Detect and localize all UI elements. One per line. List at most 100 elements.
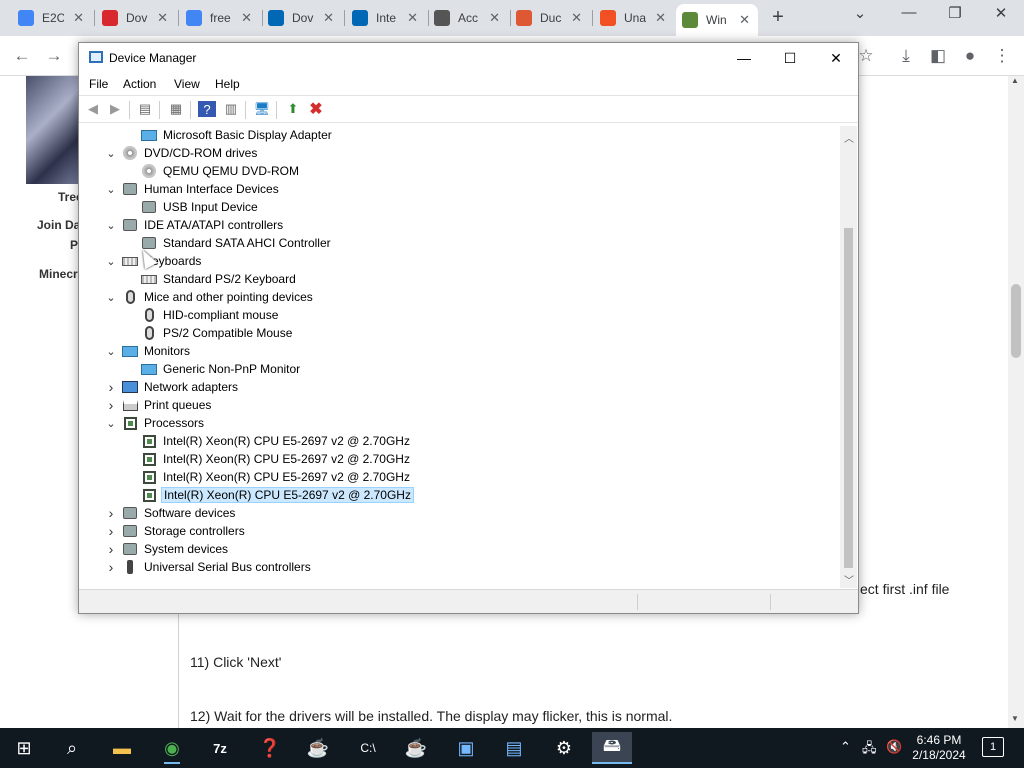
download-icon[interactable]: ⤓ bbox=[894, 44, 918, 68]
uninstall-device-icon[interactable]: ✖ bbox=[307, 101, 325, 118]
scroll-up-icon[interactable]: ▲ bbox=[1011, 76, 1019, 85]
browser-tab[interactable]: Dov ✕ bbox=[262, 4, 342, 32]
browser-tab[interactable]: E2C ✕ bbox=[12, 4, 92, 32]
collapse-chevron-icon[interactable]: ⌄ bbox=[105, 183, 117, 196]
java-icon[interactable]: ☕ bbox=[396, 732, 436, 764]
forward-arrow-icon[interactable]: ▶ bbox=[106, 101, 124, 117]
menu-view[interactable]: View bbox=[174, 77, 200, 91]
tree-device[interactable]: Intel(R) Xeon(R) CPU E5-2697 v2 @ 2.70GH… bbox=[80, 450, 840, 468]
close-tab-icon[interactable]: ✕ bbox=[571, 10, 582, 26]
collapse-chevron-icon[interactable]: ⌄ bbox=[105, 255, 117, 268]
menu-action[interactable]: Action bbox=[123, 77, 156, 91]
tree-scroll-thumb[interactable] bbox=[844, 228, 853, 568]
close-tab-icon[interactable]: ✕ bbox=[73, 10, 84, 26]
notification-center-icon[interactable]: 1 bbox=[982, 737, 1004, 757]
close-browser-icon[interactable]: ✕ bbox=[989, 4, 1013, 22]
tree-category[interactable]: › Software devices bbox=[80, 504, 840, 522]
tree-category[interactable]: ⌄ Human Interface Devices bbox=[80, 180, 840, 198]
expand-chevron-icon[interactable]: › bbox=[105, 523, 117, 539]
volume-muted-icon[interactable]: 🔇 bbox=[886, 739, 902, 755]
tree-category[interactable]: › System devices bbox=[80, 540, 840, 558]
expand-chevron-icon[interactable]: › bbox=[105, 397, 117, 413]
collapse-chevron-icon[interactable]: ⌄ bbox=[105, 219, 117, 232]
close-tab-icon[interactable]: ✕ bbox=[323, 10, 334, 26]
minimize-browser-icon[interactable]: — bbox=[897, 4, 921, 21]
cmd-icon[interactable]: C:\ bbox=[348, 732, 388, 764]
collapse-chevron-icon[interactable]: ⌄ bbox=[105, 147, 117, 160]
expand-chevron-icon[interactable]: › bbox=[105, 379, 117, 395]
tab-search-icon[interactable]: ⌄ bbox=[848, 4, 872, 22]
browser-tab[interactable]: Win ✕ bbox=[676, 4, 758, 36]
tree-category[interactable]: ⌄ Keyboards bbox=[80, 252, 840, 270]
tray-chevron-icon[interactable]: ⌃ bbox=[840, 739, 851, 755]
collapse-chevron-icon[interactable]: ⌄ bbox=[105, 417, 117, 430]
tree-device[interactable]: Standard SATA AHCI Controller bbox=[80, 234, 840, 252]
tree-category[interactable]: › Print queues bbox=[80, 396, 840, 414]
device-manager-task-icon[interactable]: 🖴 bbox=[592, 732, 632, 764]
close-tab-icon[interactable]: ✕ bbox=[739, 12, 750, 28]
tree-category[interactable]: › Storage controllers bbox=[80, 522, 840, 540]
show-hide-console-tree-icon[interactable]: ▤ bbox=[136, 101, 154, 117]
tree-device[interactable]: Standard PS/2 Keyboard bbox=[80, 270, 840, 288]
network-tray-icon[interactable]: 🖧 bbox=[862, 739, 877, 761]
forward-icon[interactable]: → bbox=[42, 44, 66, 68]
close-tab-icon[interactable]: ✕ bbox=[157, 10, 168, 26]
tree-category[interactable]: › Network adapters bbox=[80, 378, 840, 396]
tree-device[interactable]: QEMU QEMU DVD-ROM bbox=[80, 162, 840, 180]
tree-scroll-up-icon[interactable]: ︿ bbox=[844, 130, 854, 145]
action-pane-icon[interactable]: ▥ bbox=[222, 101, 240, 117]
maximize-icon[interactable]: ☐ bbox=[767, 43, 813, 73]
browser-tab[interactable]: free ✕ bbox=[180, 4, 260, 32]
page-scroll-thumb[interactable] bbox=[1011, 284, 1021, 358]
close-tab-icon[interactable]: ✕ bbox=[489, 10, 500, 26]
tree-category[interactable]: ⌄ Mice and other pointing devices bbox=[80, 288, 840, 306]
expand-chevron-icon[interactable]: › bbox=[105, 505, 117, 521]
collapse-chevron-icon[interactable]: ⌄ bbox=[105, 291, 117, 304]
tree-scrollbar[interactable]: ︿ ﹀ bbox=[840, 126, 857, 588]
close-tab-icon[interactable]: ✕ bbox=[241, 10, 252, 26]
back-arrow-icon[interactable]: ◀ bbox=[84, 101, 102, 117]
properties-icon[interactable]: ▦ bbox=[167, 101, 185, 117]
tree-device[interactable]: Intel(R) Xeon(R) CPU E5-2697 v2 @ 2.70GH… bbox=[80, 432, 840, 450]
expand-chevron-icon[interactable]: › bbox=[105, 559, 117, 575]
tree-device[interactable]: Generic Non-PnP Monitor bbox=[80, 360, 840, 378]
new-tab-button[interactable]: + bbox=[768, 6, 788, 29]
clock[interactable]: 6:46 PM 2/18/2024 bbox=[908, 733, 970, 763]
tree-category[interactable]: ⌄ DVD/CD-ROM drives bbox=[80, 144, 840, 162]
help-chat-icon[interactable]: ❓ bbox=[250, 732, 290, 764]
tree-category[interactable]: ⌄ Monitors bbox=[80, 342, 840, 360]
side-panel-icon[interactable]: ◧ bbox=[926, 44, 950, 68]
tree-device[interactable]: Intel(R) Xeon(R) CPU E5-2697 v2 @ 2.70GH… bbox=[80, 468, 840, 486]
tree-device[interactable]: HID-compliant mouse bbox=[80, 306, 840, 324]
file-explorer-icon[interactable]: ▬ bbox=[102, 732, 142, 764]
update-driver-icon[interactable]: ⬆ bbox=[284, 101, 302, 117]
settings-gear-icon[interactable]: ⚙ bbox=[544, 732, 584, 764]
expand-chevron-icon[interactable]: › bbox=[105, 541, 117, 557]
browser-tab[interactable]: Inte ✕ bbox=[346, 4, 426, 32]
remote-desktop-icon[interactable]: ▤ bbox=[494, 732, 534, 764]
close-tab-icon[interactable]: ✕ bbox=[655, 10, 666, 26]
help-icon[interactable]: ? bbox=[198, 101, 216, 117]
browser-tab[interactable]: Dov ✕ bbox=[96, 4, 176, 32]
profile-avatar-icon[interactable]: ● bbox=[958, 44, 982, 68]
chrome-icon[interactable]: ◉ bbox=[152, 732, 192, 764]
tree-category[interactable]: ⌄ Processors bbox=[80, 414, 840, 432]
title-bar[interactable]: Device Manager — ☐ ✕ bbox=[79, 43, 858, 73]
browser-menu-icon[interactable]: ⋮ bbox=[990, 44, 1014, 68]
java-icon[interactable]: ☕ bbox=[298, 732, 338, 764]
tree-device[interactable]: USB Input Device bbox=[80, 198, 840, 216]
tree-device[interactable]: Microsoft Basic Display Adapter bbox=[80, 126, 840, 144]
scan-hardware-icon[interactable]: 🖥 bbox=[253, 101, 271, 117]
search-icon[interactable]: ⌕ bbox=[52, 732, 92, 764]
browser-tab[interactable]: Duc ✕ bbox=[510, 4, 590, 32]
browser-tab[interactable]: Acc ✕ bbox=[428, 4, 508, 32]
menu-file[interactable]: File bbox=[89, 77, 108, 91]
back-icon[interactable]: ← bbox=[10, 44, 34, 68]
close-icon[interactable]: ✕ bbox=[813, 43, 859, 73]
control-panel-icon[interactable]: ▣ bbox=[446, 732, 486, 764]
tree-category[interactable]: › Universal Serial Bus controllers bbox=[80, 558, 840, 576]
scroll-down-icon[interactable]: ▼ bbox=[1011, 714, 1019, 723]
tree-device[interactable]: Intel(R) Xeon(R) CPU E5-2697 v2 @ 2.70GH… bbox=[80, 486, 840, 504]
start-button-icon[interactable]: ⊞ bbox=[4, 732, 44, 764]
close-tab-icon[interactable]: ✕ bbox=[407, 10, 418, 26]
